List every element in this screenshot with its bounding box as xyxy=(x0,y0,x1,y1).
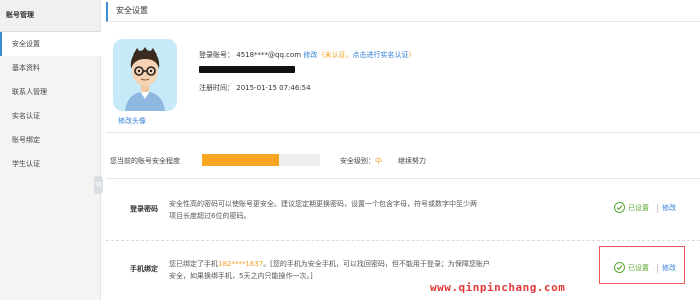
bound-phone-number: 182****1637 xyxy=(218,260,264,268)
password-desc-line2: 项且长度超过6位的密码。 xyxy=(169,212,251,220)
password-modify-link[interactable]: 修改 xyxy=(662,203,676,213)
register-value: 2015-01-15 07:46:54 xyxy=(236,84,311,92)
phone-desc-prefix: 您已绑定了手机 xyxy=(169,260,218,268)
sidebar: 账号管理 安全设置 基本资料 联系人管理 实名认证 账号绑定 学生认证 xyxy=(0,0,101,300)
phone-row-desc: 您已绑定了手机182****1637。[您的手机为安全手机，可以找回密码，但不能… xyxy=(169,258,509,282)
highlight-box xyxy=(599,246,685,284)
register-line: 注册时间： 2015-01-15 07:46:54 xyxy=(199,83,311,93)
action-divider xyxy=(657,204,658,213)
register-label: 注册时间： xyxy=(199,84,234,92)
account-line: 登录账号： 4518****@qq.com 修改 (未认证，点击进行实名认证) xyxy=(199,50,411,60)
sidebar-item-student[interactable]: 学生认证 xyxy=(0,152,100,176)
unverified-label: (未认证， xyxy=(321,51,353,59)
sidebar-item-account-binding[interactable]: 账号绑定 xyxy=(0,128,100,152)
row-divider xyxy=(106,240,700,241)
password-desc-line1: 安全性高的密码可以使账号更安全。建议您定期更换密码，设置一个包含字母，符号或数字… xyxy=(169,200,477,208)
phone-row-title: 手机绑定 xyxy=(130,265,158,273)
password-status-text: 已设置 xyxy=(628,203,649,212)
watermark: www.qinpinchang.com xyxy=(430,281,566,294)
security-progress-fill xyxy=(202,154,279,166)
redacted-bar xyxy=(199,66,295,73)
grade-value: 中 xyxy=(375,157,382,165)
security-level-label: 您当前的账号安全程度 xyxy=(110,157,180,165)
change-avatar-link[interactable]: 修改头像 xyxy=(118,116,146,126)
security-grade: 安全级别：中 xyxy=(340,156,382,166)
sidebar-item-real-name[interactable]: 实名认证 xyxy=(0,104,100,128)
keep-going-text: 继续努力 xyxy=(398,157,426,165)
sidebar-item-profile[interactable]: 基本资料 xyxy=(0,56,100,80)
verify-link[interactable]: 点击进行实名认证 xyxy=(353,51,409,59)
check-circle-icon xyxy=(614,202,625,213)
page-title: 安全设置 xyxy=(106,2,700,22)
sidebar-item-security[interactable]: 安全设置 xyxy=(0,32,101,56)
sidebar-item-contacts[interactable]: 联系人管理 xyxy=(0,80,100,104)
phone-desc-line1: 您已绑定了手机182****1637。[您的手机为安全手机，可以找回密码，但不能… xyxy=(169,258,509,270)
section-divider xyxy=(106,178,700,179)
sidebar-header: 账号管理 xyxy=(0,0,100,32)
section-divider xyxy=(106,132,700,133)
password-row-title: 登录密码 xyxy=(130,205,158,213)
avatar-illustration xyxy=(113,39,177,111)
security-progress-bar xyxy=(202,154,320,166)
account-value: 4518****@qq.com xyxy=(236,51,302,59)
phone-desc-rest: 。[您的手机为安全手机，可以找回密码，但不能用于登录；为保障您账户 xyxy=(263,260,490,268)
main-content: 安全设置 修改头像 登录账号： 4518****@qq.com 修改 (未认证，… xyxy=(102,0,700,300)
password-status: 已设置 xyxy=(614,202,649,213)
account-modify-link[interactable]: 修改 xyxy=(303,51,317,59)
avatar[interactable] xyxy=(113,39,177,111)
account-label: 登录账号： xyxy=(199,51,234,59)
password-row-desc: 安全性高的密码可以使账号更安全。建议您定期更换密码，设置一个包含字母，符号或数字… xyxy=(169,198,509,222)
unverified-close: ) xyxy=(408,51,412,59)
grade-label: 安全级别： xyxy=(340,157,375,165)
